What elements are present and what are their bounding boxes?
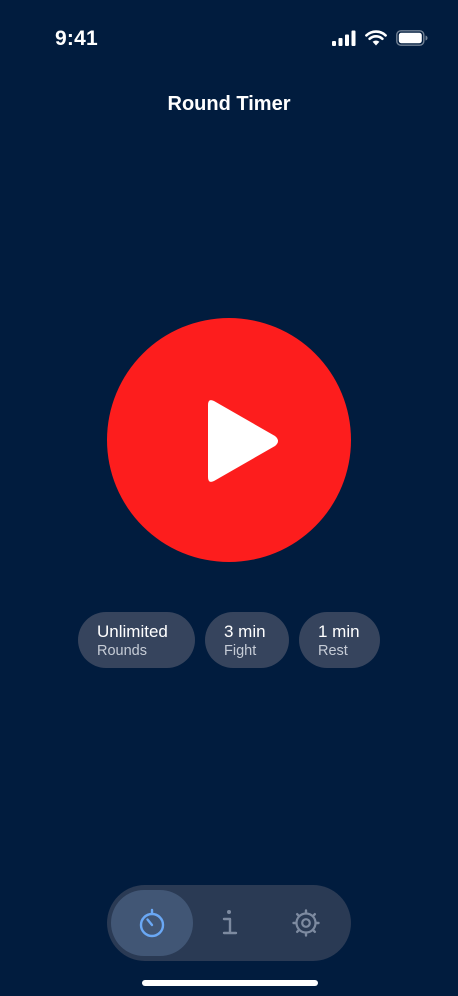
rounds-chip[interactable]: Unlimited Rounds — [78, 612, 195, 668]
status-bar: 9:41 — [0, 0, 458, 80]
play-icon — [208, 400, 278, 482]
status-icons — [332, 30, 428, 46]
rounds-value: Unlimited — [97, 622, 168, 641]
info-icon — [222, 910, 238, 935]
timer-icon — [139, 908, 165, 938]
tab-settings[interactable] — [267, 890, 345, 956]
fight-value: 3 min — [224, 622, 266, 641]
gear-icon — [292, 909, 320, 937]
tab-bar — [107, 885, 351, 961]
tab-timer[interactable] — [111, 890, 193, 956]
wifi-icon — [365, 30, 387, 46]
battery-icon — [396, 30, 428, 46]
start-button[interactable] — [107, 318, 351, 562]
fight-chip[interactable]: 3 min Fight — [205, 612, 289, 668]
rest-value: 1 min — [318, 622, 360, 641]
rest-chip[interactable]: 1 min Rest — [299, 612, 380, 668]
page-title: Round Timer — [167, 93, 291, 115]
home-indicator — [142, 980, 318, 986]
rest-label: Rest — [318, 643, 348, 659]
rounds-label: Rounds — [97, 643, 147, 659]
status-time: 9:41 — [55, 27, 98, 50]
fight-label: Fight — [224, 643, 257, 659]
signal-icon — [332, 30, 356, 46]
tab-info[interactable] — [190, 890, 268, 956]
